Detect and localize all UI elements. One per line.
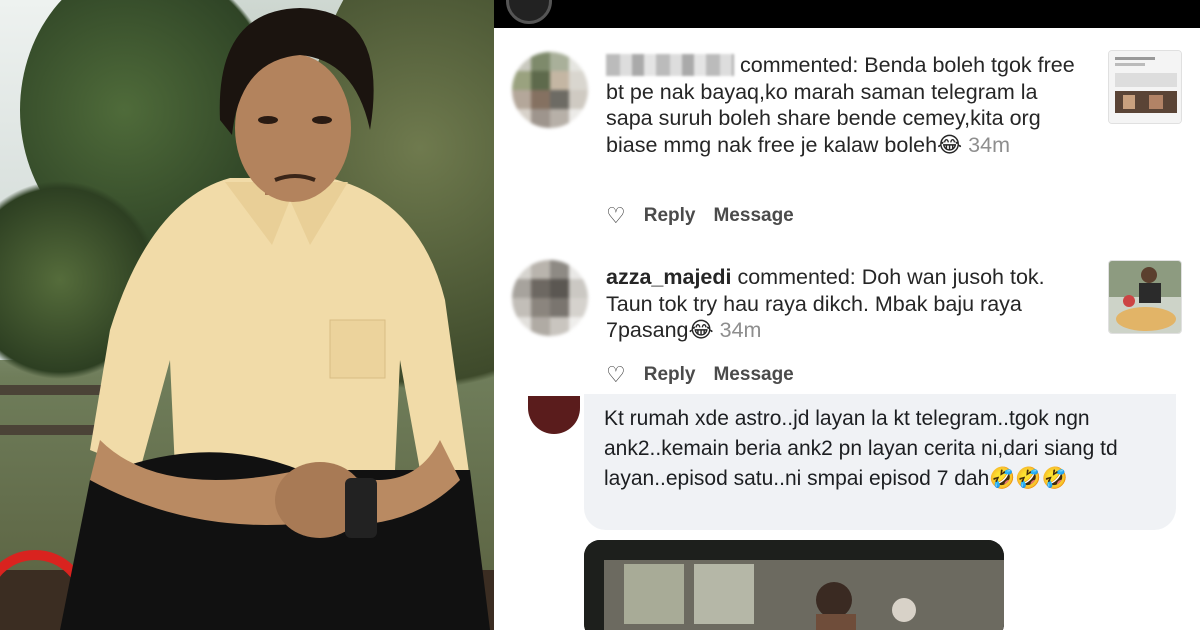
- message-button[interactable]: Message: [713, 364, 793, 386]
- post-thumbnail[interactable]: [1108, 50, 1182, 124]
- comment-actions: ♡ Reply Message: [606, 362, 794, 388]
- blurred-username: [606, 54, 734, 76]
- fb-comment-bubble: Kt rumah xde astro..jd layan la kt teleg…: [584, 394, 1176, 530]
- man-photo: [0, 0, 494, 630]
- post-thumbnail[interactable]: [1108, 260, 1182, 334]
- comment-actions: ♡ Reply Message: [606, 203, 794, 229]
- man-figure: [60, 8, 490, 630]
- profile-avatar-partial[interactable]: [506, 0, 552, 24]
- reply-button[interactable]: Reply: [644, 364, 696, 386]
- fb-comment-text: Kt rumah xde astro..jd layan la kt teleg…: [604, 407, 1118, 490]
- fb-avatar[interactable]: [528, 396, 580, 434]
- comment-text: azza_majedi commented: Doh wan jusoh tok…: [606, 264, 1081, 344]
- comment-text: commented: Benda boleh tgok free bt pe n…: [606, 52, 1081, 158]
- comment-username[interactable]: azza_majedi: [606, 265, 731, 289]
- heart-outline-icon[interactable]: ♡: [606, 203, 626, 229]
- reply-button[interactable]: Reply: [644, 205, 696, 227]
- top-bar: [494, 0, 1200, 28]
- comments-screenshot: commented: Benda boleh tgok free bt pe n…: [494, 0, 1200, 630]
- notification-item[interactable]: commented: Benda boleh tgok free bt pe n…: [494, 28, 1200, 238]
- avatar[interactable]: [512, 52, 588, 128]
- avatar[interactable]: [512, 260, 588, 336]
- fb-comment-photo[interactable]: [584, 540, 1004, 630]
- comment-time: 34m: [719, 318, 762, 342]
- notification-item[interactable]: azza_majedi commented: Doh wan jusoh tok…: [494, 238, 1200, 396]
- heart-outline-icon[interactable]: ♡: [606, 362, 626, 388]
- comment-time: 34m: [968, 132, 1010, 157]
- message-button[interactable]: Message: [713, 205, 793, 227]
- comment-action: commented:: [737, 265, 856, 289]
- comment-action: commented:: [740, 53, 859, 77]
